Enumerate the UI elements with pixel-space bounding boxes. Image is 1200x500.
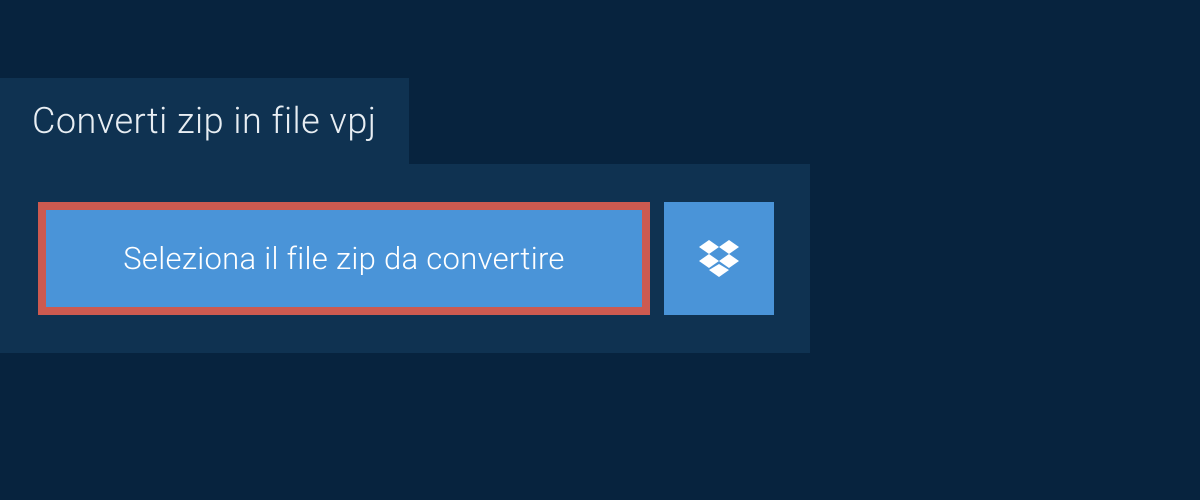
dropbox-button[interactable] <box>664 202 774 315</box>
button-row: Seleziona il file zip da convertire <box>38 202 772 315</box>
dropbox-icon <box>699 240 739 278</box>
tab-convert[interactable]: Converti zip in file vpj <box>0 78 409 164</box>
tab-container: Converti zip in file vpj Seleziona il fi… <box>0 0 1200 353</box>
select-file-button[interactable]: Seleziona il file zip da convertire <box>38 202 650 315</box>
converter-panel: Seleziona il file zip da convertire <box>0 164 810 353</box>
tab-title: Converti zip in file vpj <box>32 100 377 142</box>
select-file-label: Seleziona il file zip da convertire <box>123 240 565 277</box>
